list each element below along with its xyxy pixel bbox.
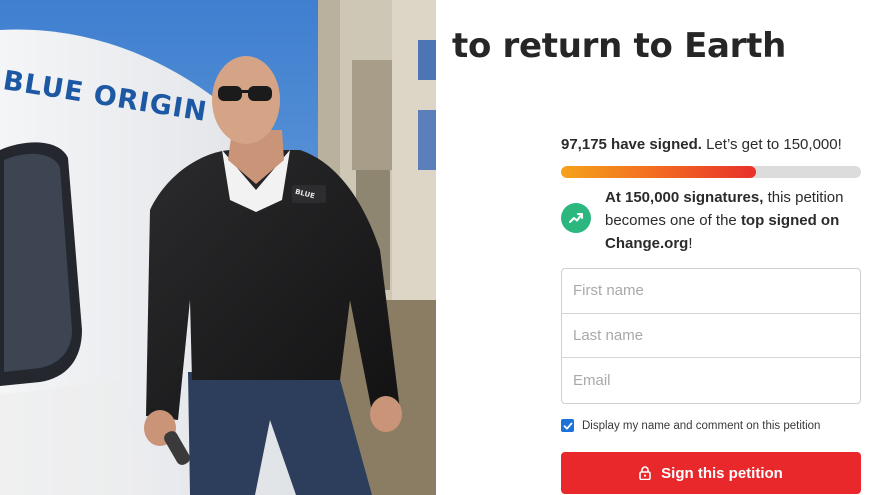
email-field-wrapper xyxy=(562,358,860,403)
progress-fill xyxy=(561,166,756,178)
signature-count: 97,175 have signed. Let’s get to 150,000… xyxy=(561,136,842,153)
milestone-callout: At 150,000 signatures, this petition bec… xyxy=(561,186,861,255)
sign-petition-button[interactable]: Sign this petition xyxy=(561,452,861,494)
petition-title: to return to Earth xyxy=(452,26,786,66)
lock-icon xyxy=(639,466,651,480)
email-field[interactable] xyxy=(573,371,860,389)
first-name-field-wrapper xyxy=(562,269,860,314)
jacket-logo: BLUE xyxy=(292,185,326,203)
signature-form xyxy=(561,268,861,404)
display-name-checkbox[interactable] xyxy=(561,419,574,432)
petition-photo: BLUE ORIGIN BLUE xyxy=(0,0,436,495)
photo-scene: BLUE ORIGIN BLUE xyxy=(0,0,436,495)
milestone-end: ! xyxy=(688,235,693,252)
milestone-bold-lead: At 150,000 signatures, xyxy=(605,189,764,206)
last-name-field-wrapper xyxy=(562,314,860,359)
consent-label: Display my name and comment on this peti… xyxy=(582,419,821,432)
first-name-field[interactable] xyxy=(573,282,860,300)
goal-text: Let’s get to 150,000! xyxy=(706,136,842,153)
checkmark-icon xyxy=(563,422,573,429)
signature-progress-bar xyxy=(561,166,861,178)
petition-panel: to return to Earth 97,175 have signed. L… xyxy=(436,0,880,495)
trending-up-icon xyxy=(561,203,591,233)
display-name-consent[interactable]: Display my name and comment on this peti… xyxy=(561,419,820,432)
sign-button-label: Sign this petition xyxy=(661,464,783,482)
last-name-field[interactable] xyxy=(573,326,860,344)
milestone-text: At 150,000 signatures, this petition bec… xyxy=(605,186,861,255)
signed-count: 97,175 have signed. xyxy=(561,136,702,153)
